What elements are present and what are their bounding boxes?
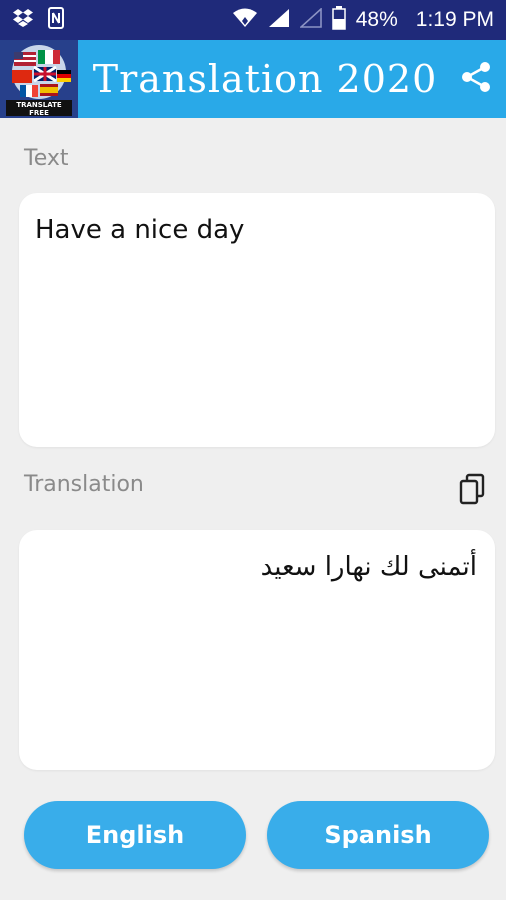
clock: 1:19 PM xyxy=(415,8,494,31)
app-bar: TRANSLATE FREE Translation 2020 xyxy=(0,40,506,118)
share-button[interactable] xyxy=(446,40,506,118)
signal-empty-icon xyxy=(298,6,322,33)
wifi-icon xyxy=(232,8,258,33)
svg-text:FREE: FREE xyxy=(29,109,49,117)
copy-icon xyxy=(458,473,486,510)
sim-icon xyxy=(48,6,64,34)
share-icon xyxy=(461,61,491,98)
signal-icon xyxy=(268,8,290,33)
source-text-input[interactable]: Have a nice day xyxy=(35,215,479,245)
copy-button[interactable] xyxy=(455,472,489,510)
source-text-card[interactable]: Have a nice day xyxy=(19,193,495,447)
app-logo: TRANSLATE FREE xyxy=(0,40,78,118)
text-label: Text xyxy=(24,146,69,171)
status-right: 48% 1:19 PM xyxy=(232,5,494,35)
svg-text:TRANSLATE: TRANSLATE xyxy=(16,101,62,109)
dropbox-icon xyxy=(12,8,34,33)
app-title: Translation 2020 xyxy=(92,57,438,101)
battery-percent: 48% xyxy=(355,8,398,31)
translation-label: Translation xyxy=(24,472,144,497)
translation-output-card: أتمنى لك نهارا سعيد xyxy=(19,530,495,770)
translation-output-text: أتمنى لك نهارا سعيد xyxy=(260,552,477,582)
target-language-button[interactable]: Spanish xyxy=(267,801,489,869)
source-language-button[interactable]: English xyxy=(24,801,246,869)
status-bar: 48% 1:19 PM xyxy=(0,0,506,40)
battery-icon xyxy=(332,5,346,35)
status-left xyxy=(12,6,64,34)
